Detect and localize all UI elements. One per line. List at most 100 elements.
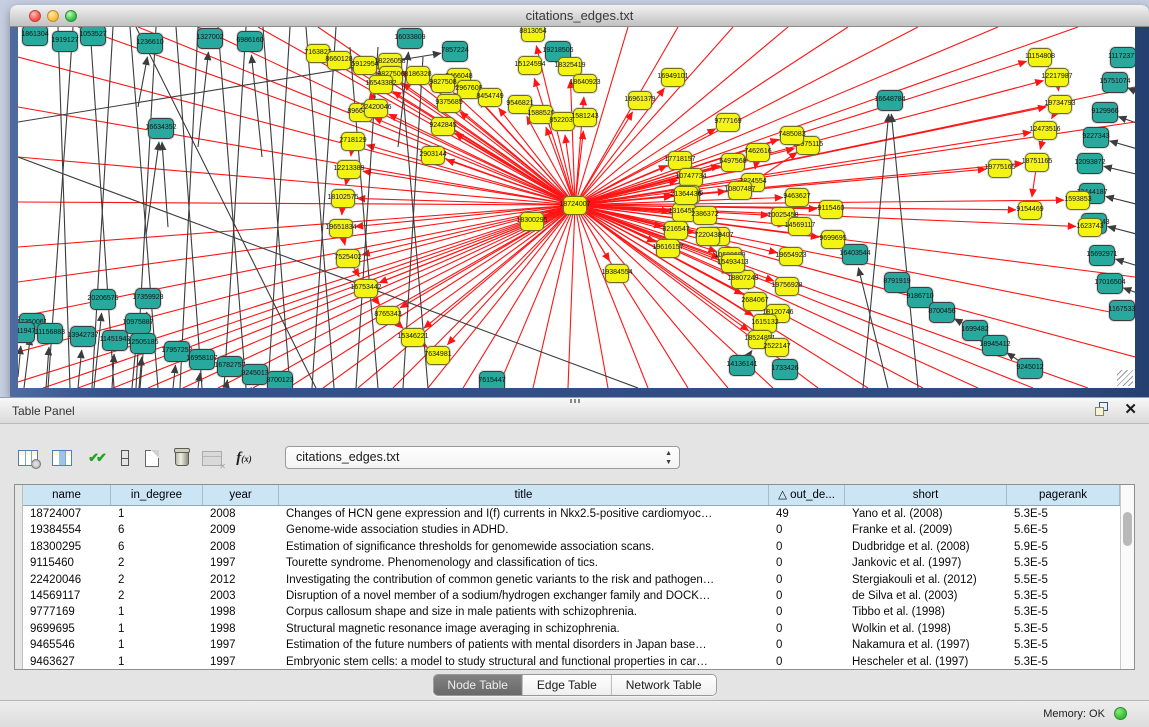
- graph-node[interactable]: 9245013: [242, 364, 268, 385]
- graph-node[interactable]: 9129966: [1092, 102, 1118, 123]
- graph-node[interactable]: 10747734: [679, 168, 703, 187]
- graph-node[interactable]: 11172377: [1110, 47, 1135, 68]
- graph-node[interactable]: 12213389: [337, 160, 361, 179]
- column-header[interactable]: year: [203, 485, 279, 505]
- tab-node-table[interactable]: Node Table: [433, 675, 523, 695]
- graph-node[interactable]: 7525402: [336, 249, 360, 268]
- graph-node[interactable]: 12217987: [1045, 68, 1069, 87]
- graph-node[interactable]: 8765343: [376, 306, 400, 325]
- graph-node[interactable]: 16949101: [661, 68, 685, 87]
- table-mode-button[interactable]: [16, 446, 40, 470]
- graph-node[interactable]: 8813054: [521, 27, 545, 42]
- window-titlebar[interactable]: citations_edges.txt: [10, 5, 1149, 27]
- graph-node[interactable]: 1588520: [529, 105, 553, 124]
- table-row[interactable]: 911546021997Tourette syndrome. Phenomeno…: [23, 555, 1120, 571]
- column-header[interactable]: in_degree: [111, 485, 203, 505]
- graph-node[interactable]: 1053527: [80, 27, 106, 46]
- graph-node[interactable]: 1236610: [137, 33, 163, 54]
- graph-node[interactable]: 9777169: [716, 113, 740, 132]
- graph-canvas[interactable]: 186130419191271053527 1236610 1327002 69861…: [18, 27, 1135, 388]
- graph-node[interactable]: 9115460: [819, 200, 843, 219]
- table-row[interactable]: 969969511998Structural magnetic resonanc…: [23, 621, 1120, 637]
- graph-node[interactable]: 1919127: [52, 31, 78, 52]
- graph-node[interactable]: 13942737: [70, 326, 96, 347]
- table-row[interactable]: 1830029562008Estimation of significance …: [23, 539, 1120, 555]
- graph-node[interactable]: 16961379: [628, 91, 652, 110]
- graph-node[interactable]: 1327002: [197, 28, 223, 49]
- graph-node[interactable]: 15124594: [518, 56, 542, 75]
- float-panel-icon[interactable]: [1095, 402, 1110, 417]
- graph-node[interactable]: 18751165: [1025, 153, 1049, 172]
- table-row[interactable]: 1872400712008Changes of HCN gene express…: [23, 506, 1120, 522]
- graph-node[interactable]: 19734793: [1048, 95, 1072, 114]
- new-column-button[interactable]: [140, 446, 164, 470]
- graph-node[interactable]: 18640923: [573, 74, 597, 93]
- graph-node[interactable]: 18300295: [520, 212, 544, 231]
- graph-node[interactable]: 18945412: [982, 335, 1008, 356]
- column-header[interactable]: pagerank: [1007, 485, 1120, 505]
- graph-node[interactable]: 6497568: [721, 153, 745, 172]
- graph-node[interactable]: 9699695: [821, 230, 845, 249]
- graph-node[interactable]: 14136141: [729, 355, 755, 376]
- graph-node[interactable]: 2684067: [743, 292, 767, 311]
- graph-node[interactable]: 12473516: [1033, 121, 1057, 140]
- graph-node[interactable]: 17718157: [668, 151, 692, 170]
- graph-node[interactable]: 18724007: [563, 196, 587, 215]
- graph-node[interactable]: 22420046: [364, 99, 388, 118]
- resize-grip-icon[interactable]: [1117, 370, 1133, 386]
- table-row[interactable]: 977716911998Corpus callosum shape and si…: [23, 604, 1120, 620]
- graph-node[interactable]: 1861304: [22, 27, 48, 46]
- graph-node[interactable]: 16634352: [148, 118, 174, 139]
- minimize-window-button[interactable]: [47, 10, 59, 22]
- graph-node[interactable]: 10975887: [125, 313, 151, 334]
- graph-node[interactable]: 8700123: [267, 371, 293, 389]
- graph-node[interactable]: 16033809: [397, 28, 423, 49]
- graph-node[interactable]: 11154808: [1028, 48, 1052, 67]
- graph-node[interactable]: 9375685: [437, 94, 461, 113]
- graph-node[interactable]: 8700456: [929, 302, 955, 323]
- table-row[interactable]: 1938455462009Genome-wide association stu…: [23, 522, 1120, 538]
- graph-node[interactable]: 19651834: [329, 219, 353, 238]
- graph-node[interactable]: 7615447: [479, 371, 505, 389]
- graph-node[interactable]: 12505185: [130, 333, 156, 354]
- column-header[interactable]: name: [23, 485, 111, 505]
- close-panel-icon[interactable]: ✕: [1124, 402, 1137, 417]
- graph-node[interactable]: 16753442: [354, 279, 378, 298]
- graph-node[interactable]: 16782757: [217, 356, 243, 377]
- graph-node[interactable]: 19384554: [605, 264, 629, 283]
- show-columns-button[interactable]: [50, 446, 74, 470]
- graph-node[interactable]: 2903144: [421, 146, 445, 165]
- graph-node[interactable]: 16543382: [369, 75, 393, 94]
- table-row[interactable]: 2242004622012Investigating the contribut…: [23, 572, 1120, 588]
- table-scrollbar[interactable]: [1120, 485, 1134, 669]
- graph-node[interactable]: 19775165: [988, 159, 1012, 178]
- graph-node[interactable]: 9227343: [1083, 127, 1109, 148]
- graph-node[interactable]: 21364436: [674, 186, 698, 205]
- graph-node[interactable]: 8522037: [551, 112, 575, 131]
- function-builder-button[interactable]: f(x): [232, 446, 256, 470]
- graph-node[interactable]: 18325419: [558, 57, 582, 76]
- graph-node[interactable]: 6986160: [237, 31, 263, 52]
- graph-node[interactable]: 5912954: [353, 56, 377, 75]
- graph-node[interactable]: 8791919: [884, 272, 910, 293]
- graph-node[interactable]: 17016504: [1097, 273, 1123, 294]
- graph-node[interactable]: 1593853: [1066, 191, 1090, 210]
- tab-edge-table[interactable]: Edge Table: [523, 675, 612, 695]
- graph-node[interactable]: 8186328: [406, 66, 430, 85]
- scrollbar-thumb[interactable]: [1123, 512, 1132, 546]
- zoom-window-button[interactable]: [65, 10, 77, 22]
- graph-node[interactable]: 15493413: [721, 254, 745, 273]
- graph-node[interactable]: 18102575: [331, 189, 355, 208]
- graph-node[interactable]: 7220438: [696, 227, 720, 246]
- delete-table-button[interactable]: [200, 446, 224, 470]
- graph-node[interactable]: 9827508: [431, 74, 455, 93]
- graph-node[interactable]: 19616157: [656, 239, 680, 258]
- graph-node[interactable]: 12093872: [1077, 153, 1103, 174]
- graph-node[interactable]: 2718129: [341, 132, 365, 151]
- graph-node[interactable]: 1167533: [1109, 300, 1135, 321]
- graph-node[interactable]: 16648784: [877, 90, 903, 111]
- graph-node[interactable]: 8216547: [664, 221, 688, 240]
- graph-node[interactable]: 7857224: [442, 41, 468, 62]
- graph-node[interactable]: 9245012: [1017, 358, 1043, 379]
- graph-node[interactable]: 19654923: [779, 247, 803, 266]
